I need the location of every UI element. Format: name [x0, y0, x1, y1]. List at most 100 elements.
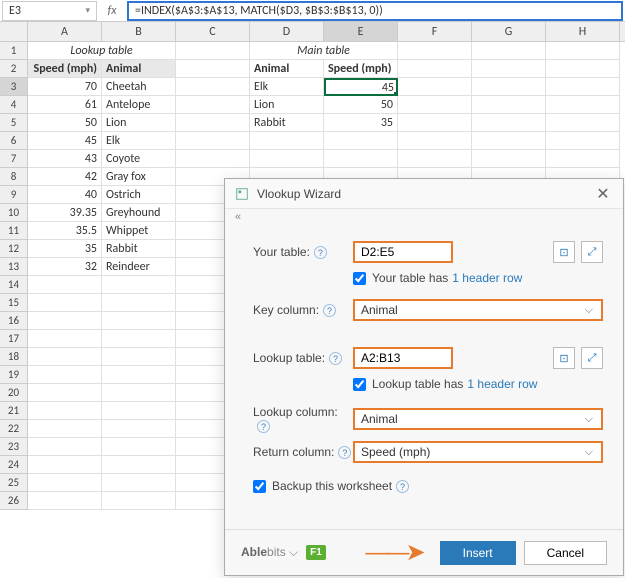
cell[interactable] [472, 150, 546, 168]
cancel-button[interactable]: Cancel [524, 541, 607, 565]
column-header[interactable]: A [28, 22, 102, 41]
key-column-select[interactable]: Animal [353, 299, 603, 321]
row-header[interactable]: 6 [0, 132, 28, 150]
cell[interactable] [102, 312, 176, 330]
cell[interactable] [102, 474, 176, 492]
cell[interactable] [472, 96, 546, 114]
cell[interactable]: Antelope [102, 96, 176, 114]
cell[interactable]: 50 [28, 114, 102, 132]
header-row-link[interactable]: 1 header row [452, 271, 522, 285]
column-header[interactable]: H [546, 22, 620, 41]
row-header[interactable]: 13 [0, 258, 28, 276]
fx-button[interactable]: fx [97, 4, 127, 18]
cell[interactable]: Speed (mph) [28, 60, 102, 78]
row-header[interactable]: 4 [0, 96, 28, 114]
cell[interactable] [250, 132, 324, 150]
cell[interactable] [472, 60, 546, 78]
cell[interactable] [472, 132, 546, 150]
cell[interactable] [102, 438, 176, 456]
help-icon[interactable]: ? [396, 480, 409, 493]
select-all-corner[interactable] [0, 22, 28, 41]
cell[interactable]: 35 [324, 114, 398, 132]
cell[interactable] [398, 42, 472, 60]
cell[interactable] [398, 78, 472, 96]
cell[interactable] [102, 456, 176, 474]
insert-button[interactable]: Insert [440, 541, 516, 565]
cell[interactable] [546, 78, 620, 96]
row-header[interactable]: 9 [0, 186, 28, 204]
cell[interactable] [398, 96, 472, 114]
row-header[interactable]: 23 [0, 438, 28, 456]
cell[interactable]: 42 [28, 168, 102, 186]
cell[interactable]: Animal [250, 60, 324, 78]
name-box-dropdown-icon[interactable]: ▾ [85, 5, 90, 16]
cell[interactable] [28, 312, 102, 330]
cell[interactable]: 40 [28, 186, 102, 204]
close-icon[interactable]: ✕ [593, 184, 613, 204]
column-header[interactable]: G [472, 22, 546, 41]
cell[interactable] [28, 438, 102, 456]
row-header[interactable]: 19 [0, 366, 28, 384]
help-f1-badge[interactable]: F1 [306, 545, 326, 560]
cell[interactable]: 32 [28, 258, 102, 276]
cell[interactable]: 45 [28, 132, 102, 150]
help-icon[interactable]: ? [314, 246, 327, 259]
cell[interactable]: 35 [28, 240, 102, 258]
cell[interactable]: Greyhound [102, 204, 176, 222]
cell[interactable] [546, 150, 620, 168]
cell[interactable] [28, 384, 102, 402]
row-header[interactable]: 16 [0, 312, 28, 330]
cell[interactable] [176, 78, 250, 96]
cell[interactable] [176, 96, 250, 114]
cell[interactable] [324, 132, 398, 150]
cell[interactable] [28, 294, 102, 312]
lookup-table-header-checkbox[interactable] [353, 378, 366, 391]
cell[interactable] [546, 42, 620, 60]
your-table-header-checkbox[interactable] [353, 272, 366, 285]
cell[interactable]: Rabbit [102, 240, 176, 258]
cell[interactable] [28, 366, 102, 384]
expand-range-icon[interactable]: ⤢ [581, 347, 603, 369]
cell[interactable] [472, 42, 546, 60]
row-header[interactable]: 7 [0, 150, 28, 168]
cell[interactable] [250, 150, 324, 168]
cell[interactable] [102, 384, 176, 402]
cell[interactable] [28, 420, 102, 438]
cell[interactable] [102, 330, 176, 348]
header-row-link[interactable]: 1 header row [467, 377, 537, 391]
collapse-icon[interactable]: « [225, 209, 623, 225]
cell[interactable] [472, 114, 546, 132]
cell[interactable] [546, 114, 620, 132]
row-header[interactable]: 14 [0, 276, 28, 294]
cell[interactable] [472, 78, 546, 96]
column-header[interactable]: C [176, 22, 250, 41]
cell[interactable] [176, 114, 250, 132]
row-header[interactable]: 2 [0, 60, 28, 78]
expand-range-icon[interactable]: ⤢ [581, 241, 603, 263]
cell[interactable] [398, 150, 472, 168]
cell[interactable]: 61 [28, 96, 102, 114]
cell[interactable] [176, 60, 250, 78]
cell[interactable] [176, 150, 250, 168]
cell[interactable]: 45 [324, 78, 398, 96]
cell[interactable] [546, 60, 620, 78]
cell[interactable]: Elk [250, 78, 324, 96]
cell[interactable] [102, 366, 176, 384]
cell[interactable] [28, 276, 102, 294]
cell[interactable] [398, 132, 472, 150]
help-icon[interactable]: ? [338, 446, 351, 459]
cell[interactable]: 50 [324, 96, 398, 114]
row-header[interactable]: 15 [0, 294, 28, 312]
cell[interactable] [102, 492, 176, 510]
cell[interactable]: Coyote [102, 150, 176, 168]
cell[interactable] [546, 96, 620, 114]
cell[interactable] [102, 420, 176, 438]
row-header[interactable]: 5 [0, 114, 28, 132]
cell[interactable] [176, 42, 250, 60]
lookup-column-select[interactable]: Animal [353, 408, 603, 430]
help-icon[interactable]: ? [329, 352, 342, 365]
row-header[interactable]: 25 [0, 474, 28, 492]
cell[interactable]: 35.5 [28, 222, 102, 240]
your-table-input[interactable] [353, 241, 453, 263]
formula-input[interactable]: =INDEX($A$3:$A$13, MATCH($D3, $B$3:$B$13… [127, 1, 623, 21]
